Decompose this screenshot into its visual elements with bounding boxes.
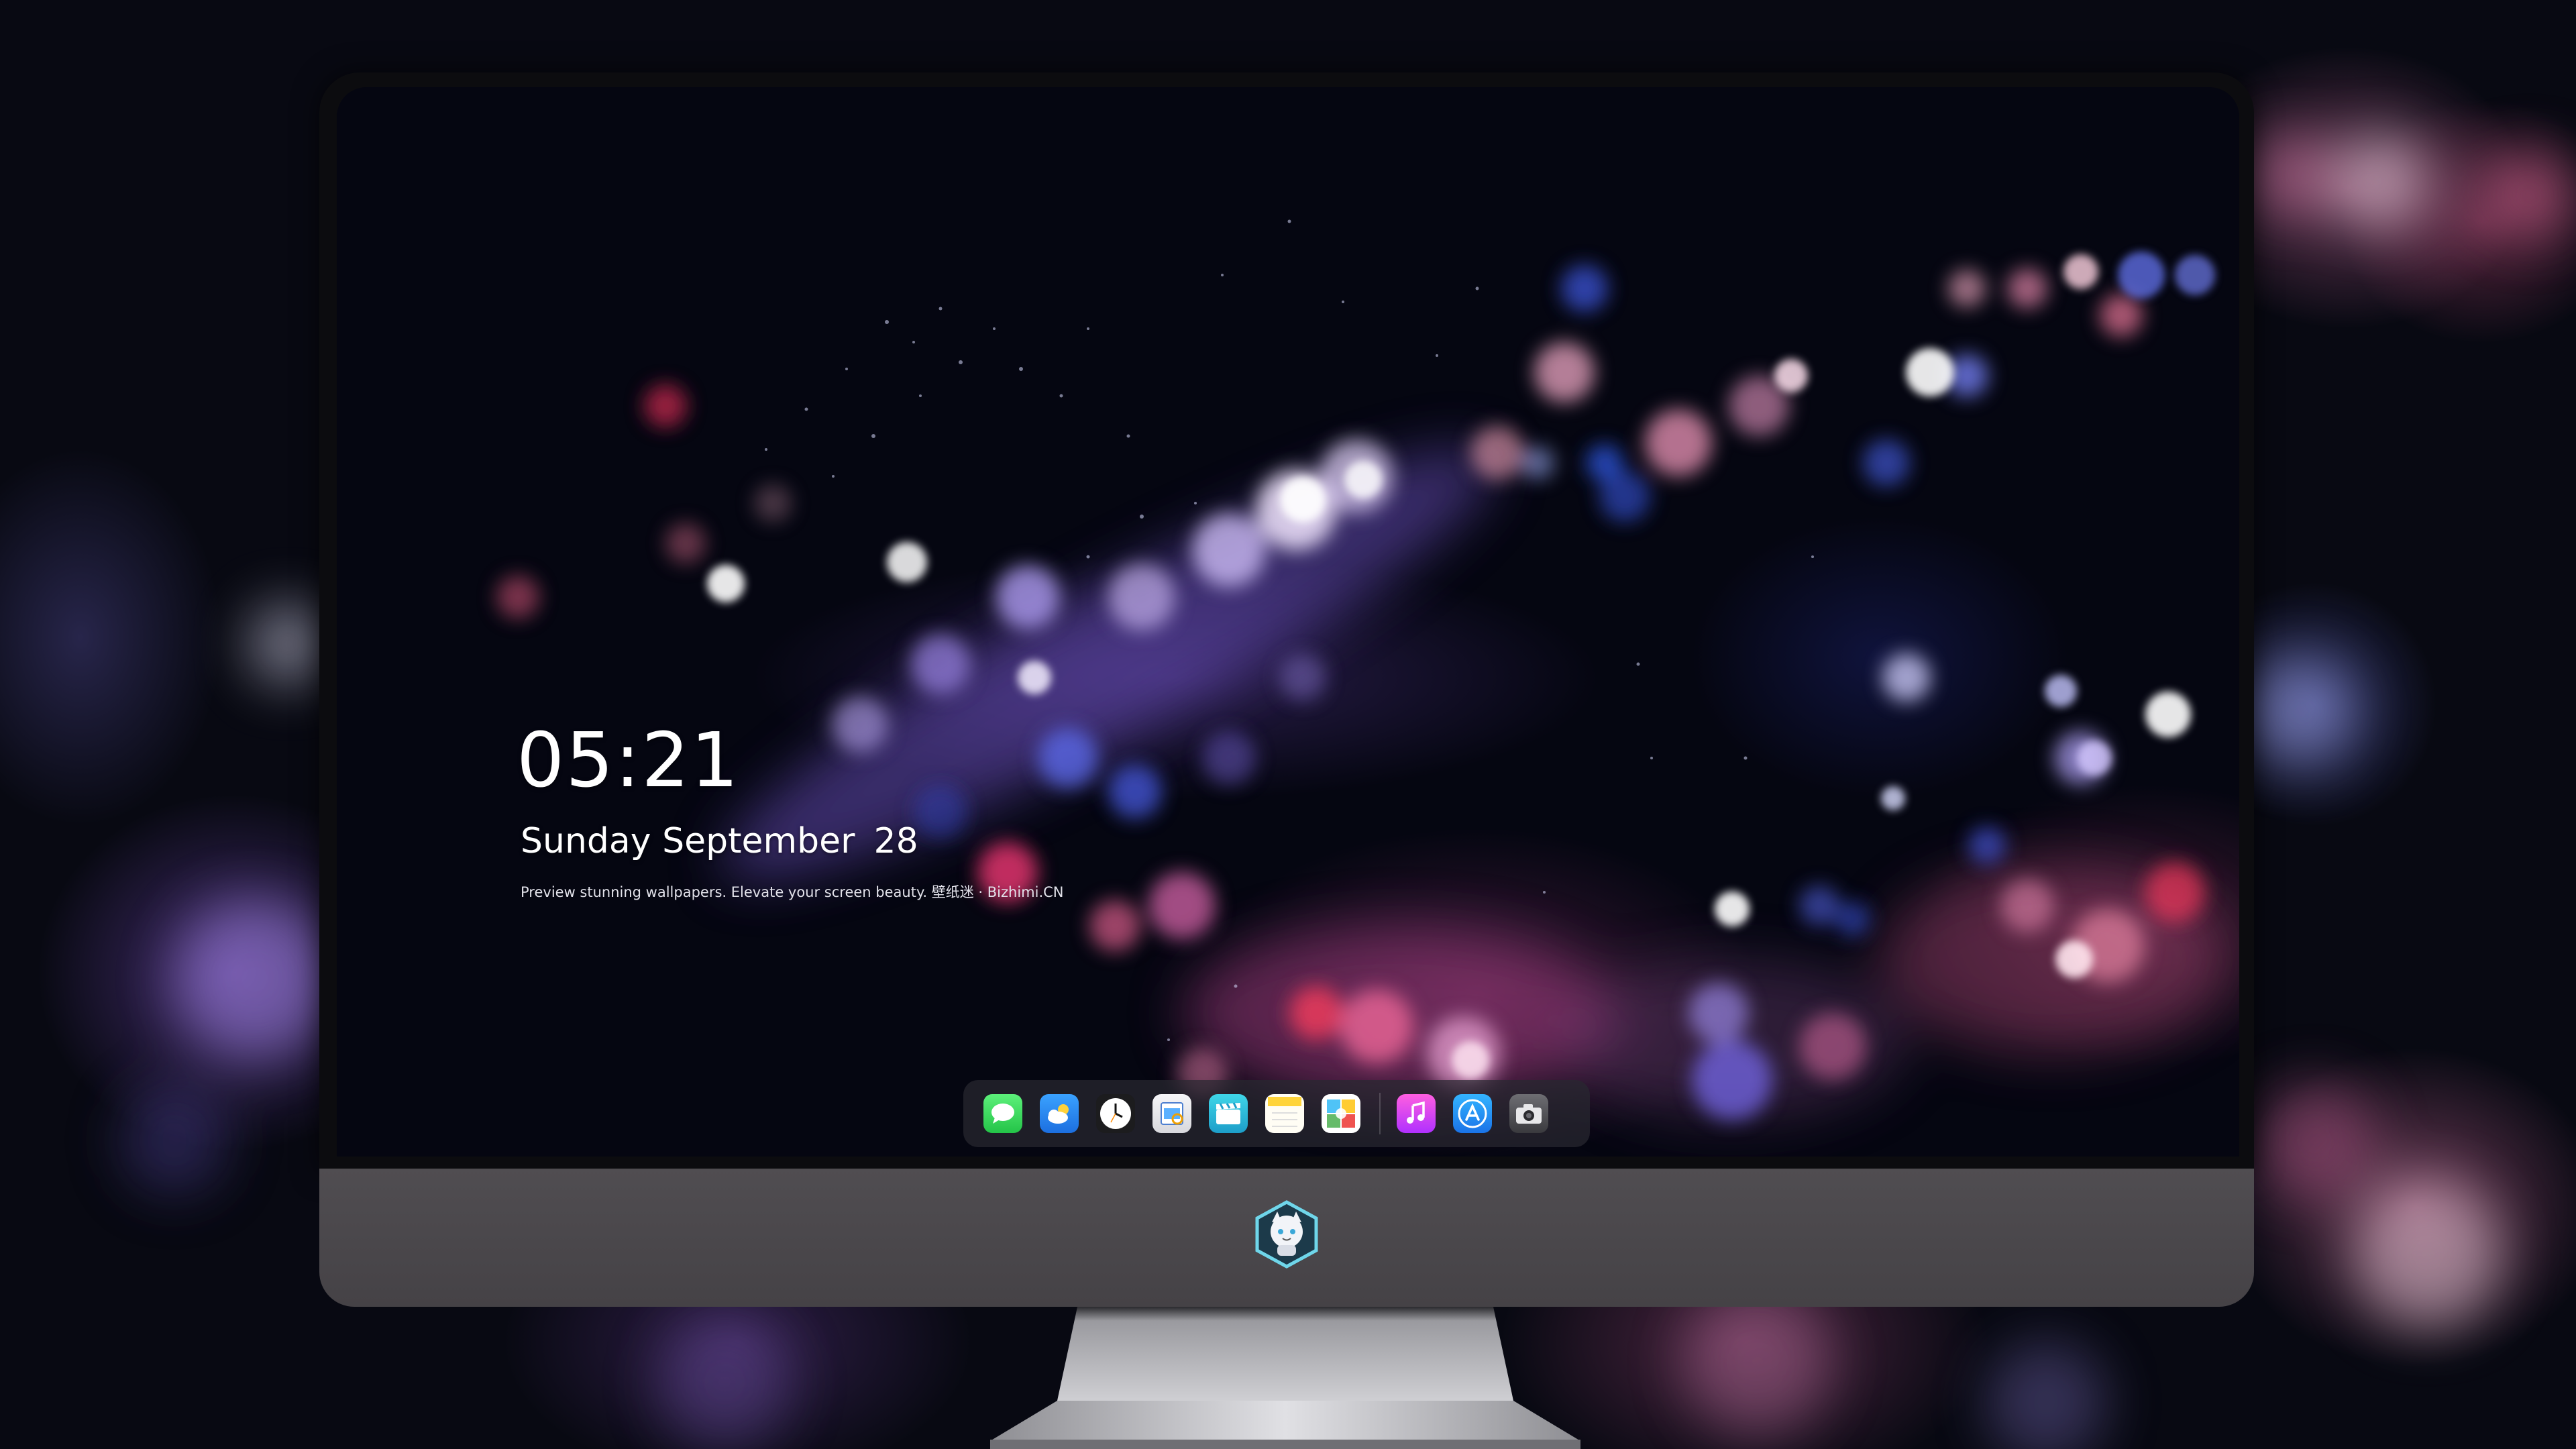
clock-icon[interactable] (1096, 1094, 1135, 1133)
monitor-screen: 05:21 Sunday September 28 Preview stunnin… (337, 87, 2239, 1157)
desktop-mockup: 05:21 Sunday September 28 Preview stunnin… (0, 0, 2576, 1449)
camera-icon[interactable] (1509, 1094, 1548, 1133)
messages-icon[interactable] (983, 1094, 1022, 1133)
lock-screen-time: 05:21 (517, 717, 740, 804)
mascot-badge-icon (1255, 1200, 1318, 1269)
dock-separator (1379, 1093, 1381, 1134)
lock-screen-date: Sunday September 28 (521, 824, 918, 859)
monitor-stand (990, 1307, 1580, 1449)
photo-booth-icon[interactable] (1322, 1094, 1360, 1133)
weather-icon[interactable] (1040, 1094, 1079, 1133)
lock-screen-weekday-month: Sunday September (521, 821, 855, 861)
monitor-chin (319, 1169, 2254, 1307)
dock (963, 1080, 1590, 1147)
notes-icon[interactable] (1265, 1094, 1304, 1133)
preview-icon[interactable] (1152, 1094, 1191, 1133)
clips-icon[interactable] (1209, 1094, 1248, 1133)
lock-screen-tagline: Preview stunning wallpapers. Elevate you… (521, 884, 1064, 900)
music-icon[interactable] (1397, 1094, 1436, 1133)
bokeh-wallpaper (496, 219, 2229, 1120)
app-store-icon[interactable] (1453, 1094, 1492, 1133)
lock-screen-day: 28 (873, 821, 918, 861)
